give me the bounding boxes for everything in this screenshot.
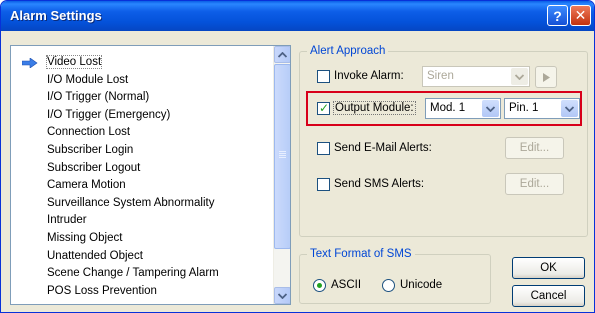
list-item[interactable]: Unattended Object xyxy=(11,248,275,266)
chevron-down-icon xyxy=(565,105,574,112)
list-item-label: Scene Change / Tampering Alarm xyxy=(47,267,219,280)
close-icon: ✕ xyxy=(574,7,587,23)
chevron-down-icon xyxy=(515,73,524,80)
dropdown-button[interactable] xyxy=(561,100,578,117)
send-email-label: Send E-Mail Alerts: xyxy=(334,142,432,154)
dropdown-button[interactable] xyxy=(511,68,528,85)
ok-button[interactable]: OK xyxy=(512,257,585,279)
send-sms-label: Send SMS Alerts: xyxy=(334,178,425,190)
selected-arrow-icon xyxy=(22,58,38,68)
list-item-label: POS Loss Prevention xyxy=(47,284,157,297)
list-item[interactable]: Surveillance System Abnormality xyxy=(11,195,275,213)
list-item[interactable]: I/O Trigger (Emergency) xyxy=(11,107,275,125)
help-icon: ? xyxy=(553,7,562,24)
chevron-down-icon xyxy=(486,105,495,112)
invoke-alarm-value: Siren xyxy=(427,70,454,82)
list-item-label: Subscriber Logout xyxy=(47,161,141,174)
list-item[interactable]: Scene Change / Tampering Alarm xyxy=(11,265,275,283)
event-list-items: Video Lost I/O Module Lost I/O Trigger (No… xyxy=(11,54,275,300)
list-item[interactable]: Subscriber Login xyxy=(11,142,275,160)
alert-approach-legend: Alert Approach xyxy=(307,45,389,57)
chevron-up-icon xyxy=(278,51,287,58)
vertical-scrollbar[interactable] xyxy=(273,46,290,304)
sms-edit-label: Edit... xyxy=(519,178,550,190)
play-alarm-button[interactable] xyxy=(535,66,557,88)
list-item-label: Connection Lost xyxy=(47,126,131,139)
ok-label: OK xyxy=(540,262,557,274)
list-item-label: Camera Motion xyxy=(47,179,126,192)
event-list[interactable]: Video Lost I/O Module Lost I/O Trigger (No… xyxy=(10,45,291,305)
list-item[interactable]: Video Lost xyxy=(11,54,275,72)
scroll-thumb[interactable] xyxy=(274,64,290,249)
invoke-alarm-select[interactable]: Siren xyxy=(422,66,530,87)
sms-format-legend: Text Format of SMS xyxy=(307,248,415,260)
email-edit-label: Edit... xyxy=(519,142,550,154)
invoke-alarm-label: Invoke Alarm: xyxy=(334,70,404,82)
list-item[interactable]: Intruder xyxy=(11,212,275,230)
pin-select[interactable]: Pin. 1 xyxy=(504,98,580,119)
radio-selected-icon xyxy=(317,283,322,288)
alarm-settings-window: Alarm Settings ? ✕ Video Lost I/O Module … xyxy=(0,0,595,313)
help-button[interactable]: ? xyxy=(547,5,568,26)
list-item-label: Video Lost xyxy=(45,55,103,69)
window-title: Alarm Settings xyxy=(10,8,102,23)
list-item-label: Missing Object xyxy=(47,231,123,244)
list-item-label: Unattended Object xyxy=(47,249,143,262)
pin-value: Pin. 1 xyxy=(509,102,539,114)
check-icon: ✓ xyxy=(319,101,330,115)
module-value: Mod. 1 xyxy=(430,102,466,114)
list-item-label: I/O Trigger (Emergency) xyxy=(47,108,171,121)
list-item-label: Intruder xyxy=(47,214,87,227)
list-item[interactable]: Camera Motion xyxy=(11,177,275,195)
list-item-label: Surveillance System Abnormality xyxy=(47,196,215,209)
sms-edit-button[interactable]: Edit... xyxy=(505,173,564,195)
invoke-alarm-checkbox[interactable] xyxy=(317,70,330,83)
list-item[interactable]: Missing Object xyxy=(11,230,275,248)
output-module-label: Output Module: xyxy=(333,101,416,115)
scroll-down-button[interactable] xyxy=(274,287,290,304)
sms-format-group: Text Format of SMS xyxy=(299,248,491,304)
radio-ascii[interactable] xyxy=(313,279,326,292)
output-module-checkbox[interactable]: ✓ xyxy=(317,101,330,115)
list-item-label: I/O Trigger (Normal) xyxy=(47,91,150,104)
close-button[interactable]: ✕ xyxy=(570,5,591,26)
module-select[interactable]: Mod. 1 xyxy=(425,98,501,119)
chevron-down-icon xyxy=(278,292,287,299)
list-item-label: I/O Module Lost xyxy=(47,73,129,86)
cancel-label: Cancel xyxy=(530,290,567,302)
radio-ascii-label: ASCII xyxy=(331,279,362,291)
list-item[interactable]: Subscriber Logout xyxy=(11,160,275,178)
list-item-label: Subscriber Login xyxy=(47,143,134,156)
send-sms-checkbox[interactable] xyxy=(317,178,330,191)
dropdown-button[interactable] xyxy=(482,100,499,117)
list-item[interactable]: I/O Trigger (Normal) xyxy=(11,89,275,107)
scroll-up-button[interactable] xyxy=(274,46,290,63)
list-item[interactable]: Connection Lost xyxy=(11,124,275,142)
list-item[interactable]: POS Loss Prevention xyxy=(11,283,275,301)
cancel-button[interactable]: Cancel xyxy=(512,285,585,307)
list-item[interactable]: I/O Module Lost xyxy=(11,72,275,90)
send-email-checkbox[interactable] xyxy=(317,142,330,155)
title-bar[interactable]: Alarm Settings ? ✕ xyxy=(1,1,594,31)
radio-unicode[interactable] xyxy=(382,279,395,292)
email-edit-button[interactable]: Edit... xyxy=(505,137,564,159)
radio-unicode-label: Unicode xyxy=(400,279,443,291)
play-icon xyxy=(542,72,550,82)
